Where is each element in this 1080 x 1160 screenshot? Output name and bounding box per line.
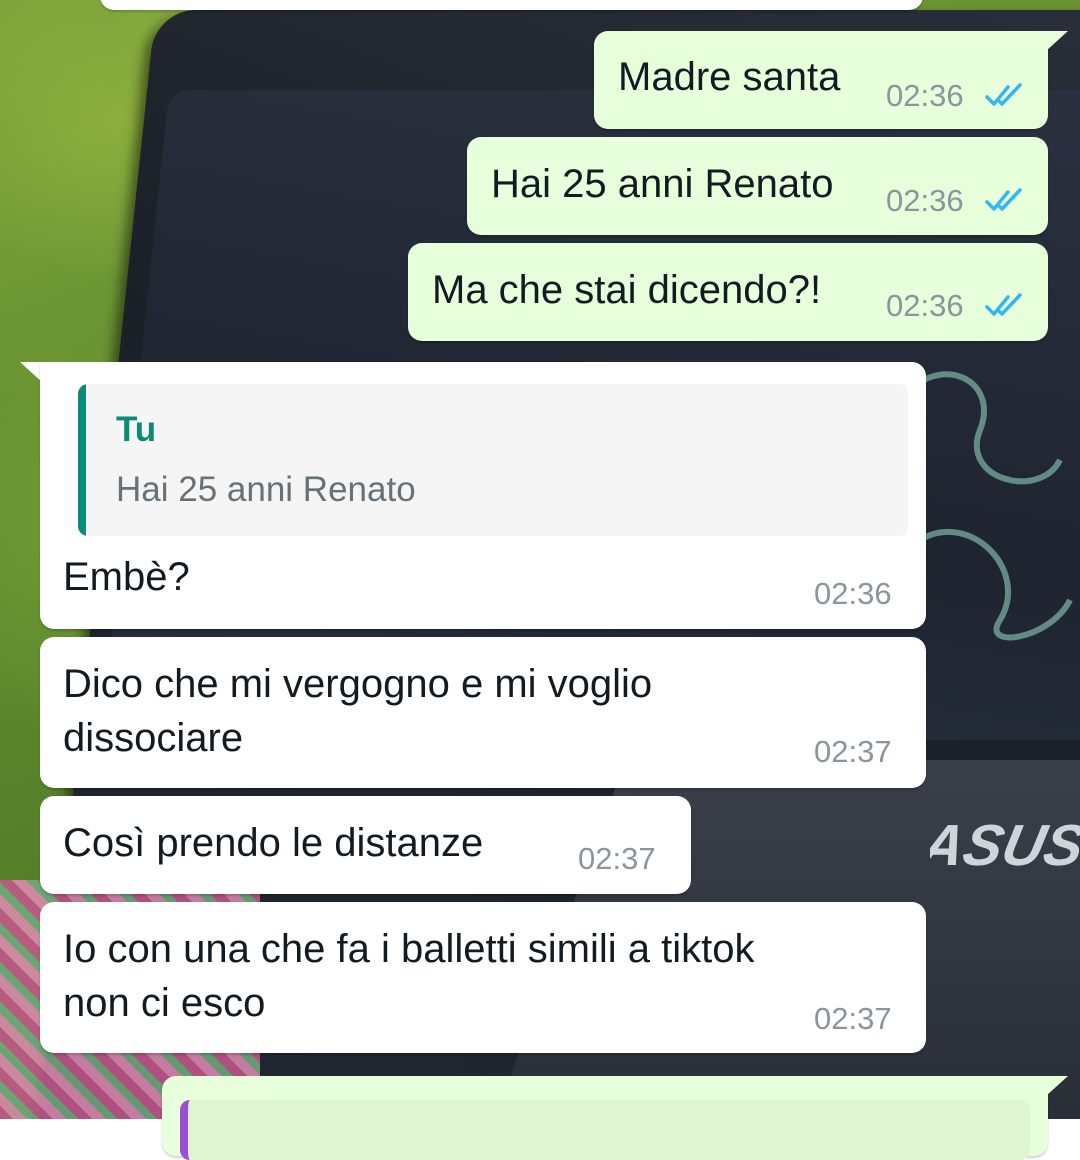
bubble-tail xyxy=(1046,31,1068,51)
quoted-message[interactable]: Tu Hai 25 anni Renato xyxy=(78,384,908,536)
quote-author: Tu xyxy=(116,410,157,449)
message-incoming-reply[interactable]: Tu Hai 25 anni Renato Embè? 02:36 xyxy=(40,362,926,629)
quote-text: Hai 25 anni Renato xyxy=(116,470,416,509)
message-time: 02:36 xyxy=(886,183,964,218)
message-text-line: non ci esco xyxy=(63,981,266,1025)
message-text: Madre santa xyxy=(618,55,841,99)
message-text-line: dissociare xyxy=(63,716,244,760)
message-text-line: Dico che mi vergogno e mi voglio xyxy=(63,662,653,706)
message-time: 02:37 xyxy=(814,734,892,769)
message-outgoing[interactable]: Madre santa 02:36 xyxy=(594,31,1048,129)
message-time: 02:36 xyxy=(886,78,964,113)
message-outgoing[interactable]: Ma che stai dicendo?! 02:36 xyxy=(408,243,1048,341)
message-text: Hai 25 anni Renato xyxy=(491,162,834,206)
partial-message-bottom[interactable] xyxy=(162,1076,1048,1160)
message-incoming[interactable]: Così prendo le distanze 02:37 xyxy=(40,796,691,894)
chat-message-list[interactable]: Madre santa 02:36 Hai 25 anni Renato 02:… xyxy=(0,0,1080,1160)
message-time: 02:36 xyxy=(814,576,892,611)
double-check-icon xyxy=(985,188,1022,211)
message-time: 02:37 xyxy=(814,1001,892,1036)
partial-message-top xyxy=(100,0,923,10)
message-time: 02:36 xyxy=(886,288,964,323)
message-incoming[interactable]: Io con una che fa i balletti simili a ti… xyxy=(40,902,926,1053)
quote-accent-bar xyxy=(78,384,86,536)
message-time: 02:37 xyxy=(578,841,656,876)
message-incoming[interactable]: Dico che mi vergogno e mi voglio dissoci… xyxy=(40,637,926,788)
double-check-icon xyxy=(985,83,1022,106)
bubble-tail xyxy=(20,362,42,382)
quote-accent-bar xyxy=(180,1100,1030,1160)
message-outgoing[interactable]: Hai 25 anni Renato 02:36 xyxy=(467,137,1048,235)
message-text: Embè? xyxy=(63,555,190,599)
message-text-line: Io con una che fa i balletti simili a ti… xyxy=(63,927,755,971)
double-check-icon xyxy=(985,293,1022,316)
message-text: Ma che stai dicendo?! xyxy=(432,268,822,312)
bubble-tail xyxy=(1046,1076,1068,1096)
message-text: Così prendo le distanze xyxy=(63,821,484,865)
